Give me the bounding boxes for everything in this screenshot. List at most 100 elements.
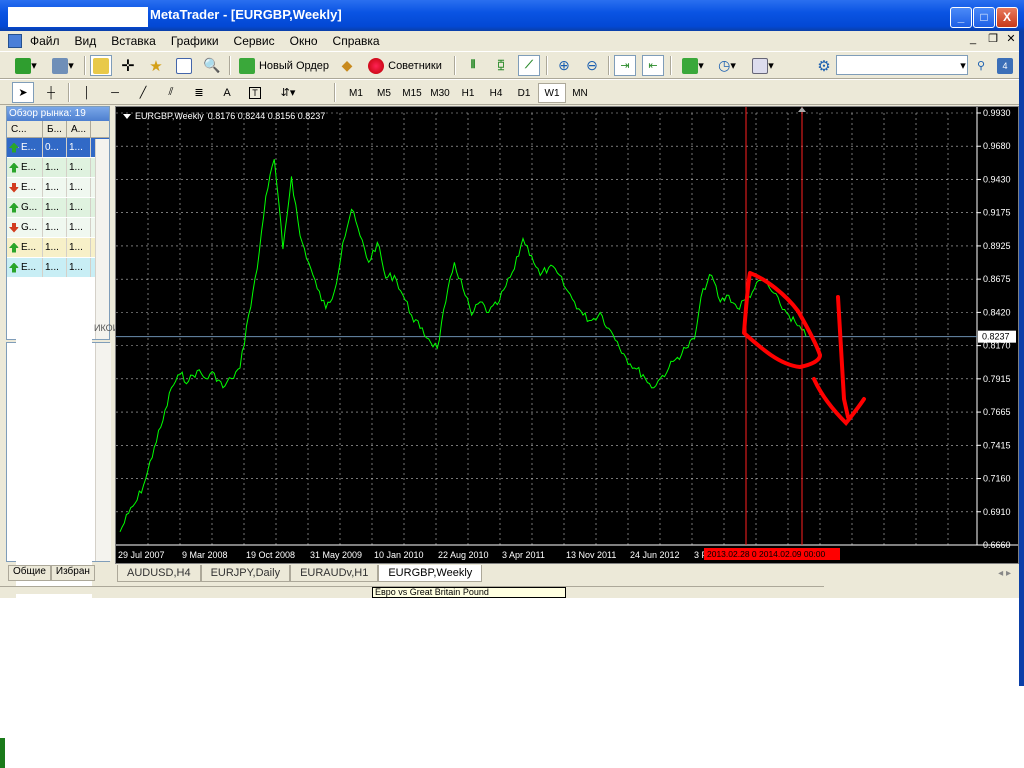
period-label: 2013.02.28 0 2014.02.09 00:00 bbox=[707, 549, 825, 559]
menu-item-2[interactable]: Вставка bbox=[111, 34, 156, 48]
timeframe-m15[interactable]: M15 bbox=[398, 83, 426, 103]
mdi-minimize-icon[interactable]: _ bbox=[966, 33, 980, 47]
market-watch-scrollbar[interactable] bbox=[95, 139, 109, 339]
close-button[interactable]: X bbox=[996, 7, 1018, 28]
data-window-button[interactable]: ✛ bbox=[117, 55, 139, 76]
auto-scroll-button[interactable]: ⇥ bbox=[614, 55, 636, 76]
mdi-restore-icon[interactable]: ❐ bbox=[986, 33, 1000, 47]
y-tick-label: 0.9930 bbox=[983, 108, 1011, 118]
crosshair-tool[interactable]: ┼ bbox=[40, 82, 62, 103]
market-watch-row[interactable]: G... 1... 1... bbox=[7, 198, 109, 218]
timeframe-h1[interactable]: H1 bbox=[454, 83, 482, 103]
text-tool[interactable]: A bbox=[216, 82, 238, 103]
timeframe-d1[interactable]: D1 bbox=[510, 83, 538, 103]
timeframe-m30[interactable]: M30 bbox=[426, 83, 454, 103]
market-watch-row[interactable]: E... 1... 1... bbox=[7, 178, 109, 198]
market-watch-row[interactable]: G... 1... 1... bbox=[7, 218, 109, 238]
market-bid: 1... bbox=[43, 158, 67, 177]
market-watch-row[interactable]: E... 1... 1... bbox=[7, 238, 109, 258]
market-bid: 0... bbox=[43, 138, 67, 157]
templates-icon bbox=[752, 57, 769, 74]
mdi-close-icon[interactable]: ✕ bbox=[1004, 33, 1018, 47]
zoom-in-button[interactable]: ⊕ bbox=[553, 55, 575, 76]
new-order-button[interactable]: Новый Ордер bbox=[236, 55, 332, 76]
column-ask[interactable]: А... bbox=[67, 121, 91, 137]
menu-item-1[interactable]: Вид bbox=[75, 34, 97, 48]
price-chart[interactable]: 0.9930 0.9680 0.9430 0.9175 0.8925 0.8675 0.84… bbox=[116, 107, 1018, 563]
column-symbol[interactable]: С... bbox=[7, 121, 43, 137]
market-watch-header: Обзор рынка: 19 bbox=[7, 107, 109, 121]
timeframe-m5[interactable]: M5 bbox=[370, 83, 398, 103]
column-bid[interactable]: Б... bbox=[43, 121, 67, 137]
chart-tab-0[interactable]: AUDUSD,H4 bbox=[117, 565, 201, 582]
chart-area[interactable]: 0.9930 0.9680 0.9430 0.9175 0.8925 0.8675 0.84… bbox=[115, 106, 1019, 564]
timeframe-w1[interactable]: W1 bbox=[538, 83, 566, 103]
arrows-tool[interactable]: ⇵▾ bbox=[272, 82, 304, 103]
market-watch-row[interactable]: E... 0... 1... bbox=[7, 138, 109, 158]
search-dropdown-button[interactable]: ▾ bbox=[957, 55, 969, 76]
menu-items: Файл Вид Вставка Графики Сервис Окно Справка bbox=[30, 34, 380, 48]
y-tick-label: 0.7160 bbox=[983, 474, 1011, 484]
label-tool[interactable]: T bbox=[244, 82, 266, 103]
vertical-line-icon: │ bbox=[83, 86, 91, 99]
y-tick-label: 0.8925 bbox=[983, 241, 1011, 251]
navigator-button[interactable]: ★ bbox=[145, 55, 167, 76]
channel-tool[interactable]: ⫽ bbox=[160, 82, 182, 103]
y-tick-label: 0.8420 bbox=[983, 307, 1011, 317]
market-watch-row[interactable]: E... 1... 1... bbox=[7, 158, 109, 178]
search-button[interactable]: ⚲ bbox=[972, 55, 990, 76]
experts-button[interactable]: Советники bbox=[362, 55, 448, 76]
tab-common[interactable]: Общие bbox=[8, 565, 51, 581]
chart-tab-2[interactable]: EURAUDv,H1 bbox=[290, 565, 379, 582]
indicators-button[interactable]: ▾ bbox=[678, 55, 708, 76]
profiles-button[interactable]: ▾ bbox=[48, 55, 78, 76]
market-watch-toggle[interactable] bbox=[90, 55, 112, 76]
zoom-out-button[interactable]: ⊖ bbox=[581, 55, 603, 76]
tab-favorites[interactable]: Избран bbox=[50, 565, 95, 581]
search-input[interactable] bbox=[836, 55, 968, 75]
separator bbox=[454, 56, 456, 75]
menu-item-3[interactable]: Графики bbox=[171, 34, 219, 48]
cursor-tool[interactable]: ➤ bbox=[12, 82, 34, 103]
candle-chart-icon: ⧮ bbox=[497, 59, 505, 71]
chart-tab-1[interactable]: EURJPY,Daily bbox=[200, 565, 291, 582]
messages-button[interactable]: 4 bbox=[996, 55, 1014, 76]
templates-button[interactable]: ▾ bbox=[748, 55, 778, 76]
menu-item-4[interactable]: Сервис bbox=[234, 34, 275, 48]
bar-chart-button[interactable]: ⫴ bbox=[462, 55, 484, 76]
chart-menu-triangle-icon[interactable] bbox=[123, 114, 131, 119]
tester-button[interactable]: 🔍 bbox=[201, 55, 223, 76]
market-ask: 1... bbox=[67, 238, 91, 257]
chart-window-icon[interactable] bbox=[8, 34, 22, 48]
metaeditor-button[interactable]: ◆ bbox=[336, 55, 358, 76]
chart-tab-3[interactable]: EURGBP,Weekly bbox=[378, 565, 483, 582]
navigator-scrollbar[interactable] bbox=[95, 343, 111, 561]
tab-scroll-arrows[interactable]: ◂ ▸ bbox=[998, 568, 1011, 579]
symbol-tooltip: Евро vs Great Britain Pound bbox=[372, 587, 566, 598]
timeframe-h4[interactable]: H4 bbox=[482, 83, 510, 103]
market-watch-rows: E... 0... 1... E... 1... 1... E... 1... 1... G...… bbox=[7, 138, 109, 278]
periods-button[interactable]: ◷ ▾ bbox=[712, 55, 742, 76]
maximize-button[interactable]: □ bbox=[973, 7, 995, 28]
market-watch-row[interactable]: E... 1... 1... bbox=[7, 258, 109, 278]
settings-button[interactable]: ⚙ bbox=[814, 55, 834, 76]
line-chart-button[interactable]: ⟋ bbox=[518, 55, 540, 76]
timeframe-m1[interactable]: M1 bbox=[342, 83, 370, 103]
candle-chart-button[interactable]: ⧮ bbox=[490, 55, 512, 76]
arrow-up-icon bbox=[9, 262, 19, 273]
vertical-line-tool[interactable]: │ bbox=[76, 82, 98, 103]
crosshair-icon: ┼ bbox=[47, 86, 55, 99]
terminal-button[interactable] bbox=[173, 55, 195, 76]
search-icon: ⚲ bbox=[976, 60, 986, 72]
fibonacci-tool[interactable]: ≣ bbox=[188, 82, 210, 103]
menu-item-5[interactable]: Окно bbox=[290, 34, 318, 48]
timeframe-mn[interactable]: MN bbox=[566, 83, 594, 103]
menu-item-0[interactable]: Файл bbox=[30, 34, 60, 48]
minimize-button[interactable]: _ bbox=[950, 7, 972, 28]
arrows-icon: ⇵▾ bbox=[280, 87, 296, 99]
trendline-tool[interactable]: ╱ bbox=[132, 82, 154, 103]
menu-item-6[interactable]: Справка bbox=[333, 34, 380, 48]
chart-shift-button[interactable]: ⇤ bbox=[642, 55, 664, 76]
new-chart-button[interactable]: ▾ bbox=[10, 55, 42, 76]
horizontal-line-tool[interactable]: ─ bbox=[104, 82, 126, 103]
